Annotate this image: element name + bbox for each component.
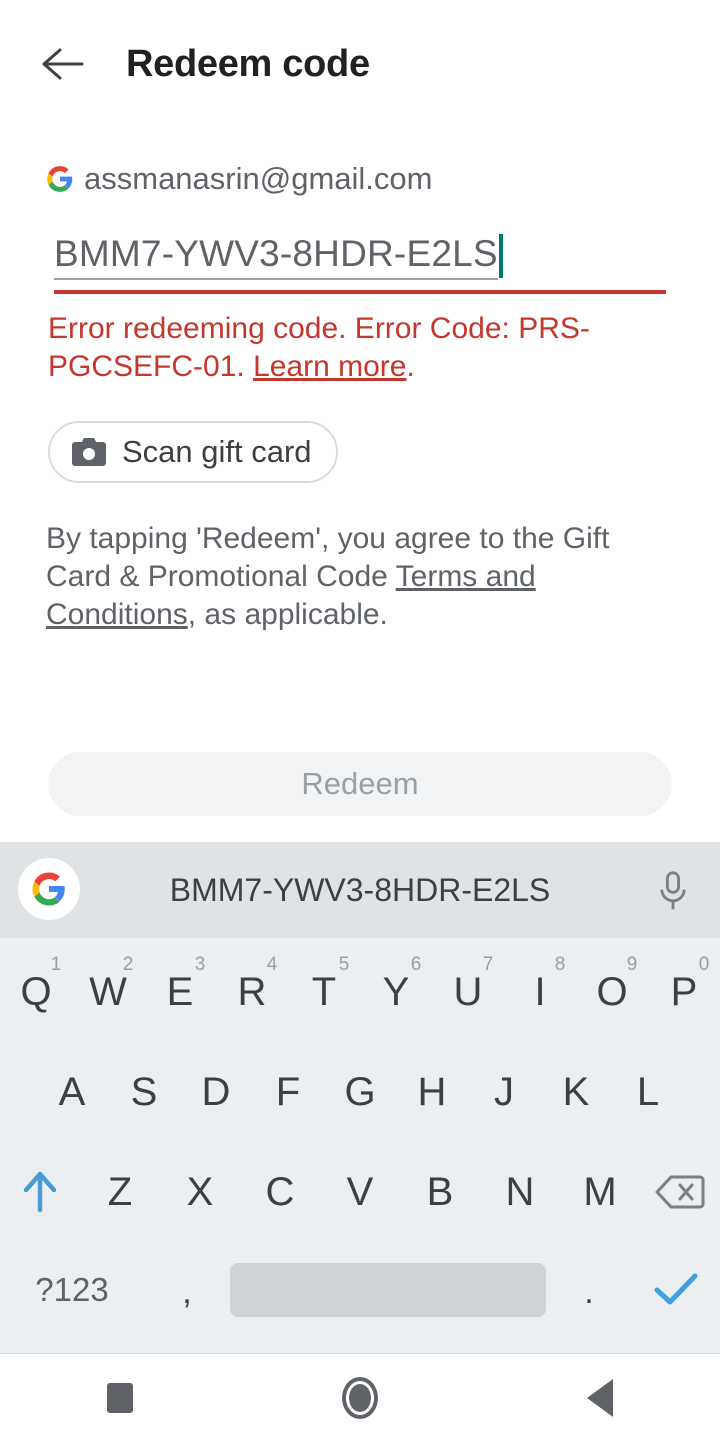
period-key[interactable]: . <box>546 1242 632 1338</box>
key-j[interactable]: J <box>468 1042 540 1142</box>
google-g-icon <box>47 166 73 192</box>
key-i-label: I <box>534 969 546 1014</box>
key-t[interactable]: 5T <box>288 942 360 1042</box>
error-message: Error redeeming code. Error Code: PRS-PG… <box>48 310 648 386</box>
redeem-button[interactable]: Redeem <box>48 752 672 816</box>
key-i[interactable]: 8I <box>504 942 576 1042</box>
key-r-number: 4 <box>266 954 278 975</box>
key-u[interactable]: 7U <box>432 942 504 1042</box>
backspace-key[interactable] <box>640 1142 720 1242</box>
nav-back-button[interactable] <box>540 1355 660 1440</box>
key-p[interactable]: 0P <box>648 942 720 1042</box>
key-f[interactable]: F <box>252 1042 324 1142</box>
key-b[interactable]: B <box>400 1142 480 1242</box>
symbols-key[interactable]: ?123 <box>0 1242 144 1338</box>
key-o[interactable]: 9O <box>576 942 648 1042</box>
checkmark-icon <box>654 1273 698 1305</box>
field-error-underline <box>54 290 666 294</box>
key-y-label: Y <box>382 969 410 1014</box>
key-e[interactable]: 3E <box>144 942 216 1042</box>
learn-more-link[interactable]: Learn more <box>253 350 406 383</box>
key-l[interactable]: L <box>612 1042 684 1142</box>
scan-gift-card-label: Scan gift card <box>122 434 312 469</box>
app-bar: Redeem code <box>0 0 720 128</box>
key-x[interactable]: X <box>160 1142 240 1242</box>
key-u-number: 7 <box>482 954 494 975</box>
microphone-icon[interactable] <box>656 870 690 912</box>
code-input-value[interactable]: BMM7-YWV3-8HDR-E2LS <box>54 232 498 280</box>
page-title: Redeem code <box>126 42 370 85</box>
key-h[interactable]: H <box>396 1042 468 1142</box>
terms-text-after: , as applicable. <box>187 598 388 631</box>
circle-home-icon <box>342 1376 378 1419</box>
key-o-label: O <box>596 969 628 1014</box>
key-e-number: 3 <box>194 954 206 975</box>
key-o-number: 9 <box>626 954 638 975</box>
keyboard-row-4: ?123 , . <box>0 1242 720 1338</box>
arrow-back-icon <box>42 48 84 80</box>
key-g[interactable]: G <box>324 1042 396 1142</box>
code-input-line[interactable]: BMM7-YWV3-8HDR-E2LS <box>54 228 666 280</box>
shift-key[interactable] <box>0 1142 80 1242</box>
key-e-label: E <box>166 969 194 1014</box>
key-w-number: 2 <box>122 954 134 975</box>
google-g-icon <box>32 872 65 906</box>
key-k[interactable]: K <box>540 1042 612 1142</box>
keyboard-rows: 1Q 2W 3E 4R 5T 6Y 7U 8I 9O 0P A S D F G … <box>0 938 720 1338</box>
backspace-icon <box>655 1175 705 1209</box>
redeem-code-screen: Redeem code assmanasrin@gmail.com BMM7-Y… <box>0 0 720 1440</box>
key-t-label: T <box>311 969 337 1014</box>
error-message-suffix: . <box>406 350 415 383</box>
text-caret <box>498 234 503 278</box>
suggestion-item[interactable]: BMM7-YWV3-8HDR-E2LS <box>0 872 720 909</box>
terms-disclaimer: By tapping 'Redeem', you agree to the Gi… <box>46 520 668 634</box>
key-q-label: Q <box>20 969 52 1014</box>
key-q-number: 1 <box>50 954 62 975</box>
keyboard-google-button[interactable] <box>18 858 80 920</box>
key-z[interactable]: Z <box>80 1142 160 1242</box>
account-row[interactable]: assmanasrin@gmail.com <box>46 161 432 197</box>
on-screen-keyboard: BMM7-YWV3-8HDR-E2LS 1Q 2W 3E 4R 5T 6Y 7U… <box>0 842 720 1354</box>
key-r-label: R <box>237 969 267 1014</box>
key-m[interactable]: M <box>560 1142 640 1242</box>
key-a[interactable]: A <box>36 1042 108 1142</box>
key-w-label: W <box>89 969 127 1014</box>
key-r[interactable]: 4R <box>216 942 288 1042</box>
key-d[interactable]: D <box>180 1042 252 1142</box>
key-t-number: 5 <box>338 954 350 975</box>
key-y-number: 6 <box>410 954 422 975</box>
key-c[interactable]: C <box>240 1142 320 1242</box>
home-button[interactable] <box>300 1355 420 1440</box>
system-navigation-bar <box>0 1355 720 1440</box>
keyboard-row-2: A S D F G H J K L <box>0 1042 720 1142</box>
triangle-back-icon <box>587 1378 613 1417</box>
key-p-label: P <box>670 969 698 1014</box>
keyboard-row-1: 1Q 2W 3E 4R 5T 6Y 7U 8I 9O 0P <box>0 942 720 1042</box>
back-button[interactable] <box>14 16 110 112</box>
scan-gift-card-button[interactable]: Scan gift card <box>48 421 338 483</box>
recents-button[interactable] <box>60 1355 180 1440</box>
space-key[interactable] <box>230 1263 546 1317</box>
key-n[interactable]: N <box>480 1142 560 1242</box>
key-s[interactable]: S <box>108 1042 180 1142</box>
key-w[interactable]: 2W <box>72 942 144 1042</box>
shift-arrow-up-icon <box>23 1171 57 1213</box>
account-email: assmanasrin@gmail.com <box>84 161 433 196</box>
square-recents-icon <box>107 1382 133 1413</box>
comma-key[interactable]: , <box>144 1242 230 1338</box>
key-q[interactable]: 1Q <box>0 942 72 1042</box>
key-i-number: 8 <box>554 954 566 975</box>
key-u-label: U <box>453 969 483 1014</box>
camera-icon <box>72 438 106 466</box>
key-v[interactable]: V <box>320 1142 400 1242</box>
enter-key[interactable] <box>632 1242 720 1338</box>
code-input-field[interactable]: BMM7-YWV3-8HDR-E2LS <box>54 228 666 294</box>
redeem-button-label: Redeem <box>301 766 419 801</box>
keyboard-row-3: Z X C V B N M <box>0 1142 720 1242</box>
key-p-number: 0 <box>698 954 710 975</box>
suggestion-bar: BMM7-YWV3-8HDR-E2LS <box>0 842 720 938</box>
key-y[interactable]: 6Y <box>360 942 432 1042</box>
